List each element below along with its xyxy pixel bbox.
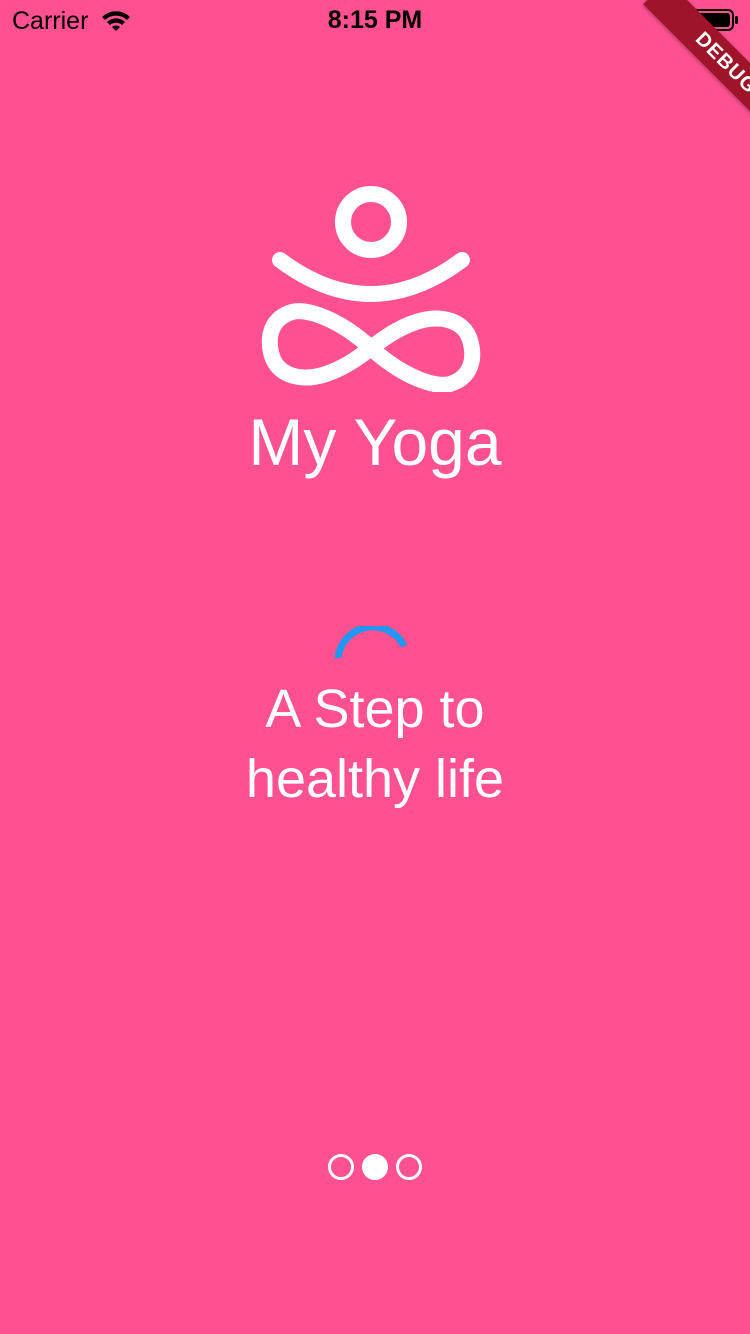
page-indicator: [0, 1154, 750, 1180]
page-dot-2-active[interactable]: [362, 1154, 388, 1180]
page-dot-1[interactable]: [328, 1154, 354, 1180]
tagline: A Step to healthy life: [0, 674, 750, 814]
debug-banner: DEBUG: [600, 0, 750, 150]
debug-label: DEBUG: [643, 0, 750, 146]
tagline-line-1: A Step to: [265, 679, 485, 739]
yoga-meditation-icon: [261, 186, 481, 392]
app-title: My Yoga: [248, 405, 502, 479]
page-dot-3[interactable]: [396, 1154, 422, 1180]
tagline-line-2: healthy life: [245, 749, 505, 809]
